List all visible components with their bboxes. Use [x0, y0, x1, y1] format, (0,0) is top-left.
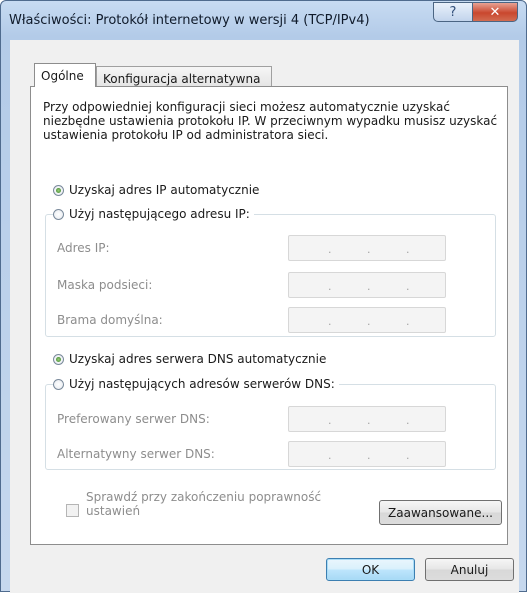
intro-text: Przy odpowiedniej konfiguracji sieci moż… — [43, 100, 498, 142]
default-gateway-label: Brama domyślna: — [57, 313, 163, 327]
radio-use-ip-manual-label: Użyj następującego adresu IP: — [69, 207, 250, 221]
radio-obtain-dns-auto-label: Uzyskaj adres serwera DNS automatycznie — [69, 352, 327, 366]
radio-use-dns-manual[interactable]: Użyj następujących adresów serwerów DNS: — [53, 377, 339, 391]
radio-use-ip-manual[interactable]: Użyj następującego adresu IP: — [53, 207, 254, 221]
validate-settings-label-line1: Sprawdź przy zakończeniu poprawność — [86, 490, 322, 504]
help-button[interactable]: ? — [433, 2, 473, 22]
tab-general[interactable]: Ogólne — [34, 63, 96, 87]
ip-separator: . — [328, 315, 332, 328]
radio-indicator-checked — [53, 353, 64, 365]
ip-address-input: . . . — [288, 235, 446, 261]
close-icon: ✕ — [489, 4, 501, 20]
validate-settings-label-line2: ustawień — [86, 504, 141, 518]
alternate-dns-label: Alternatywny serwer DNS: — [57, 447, 215, 461]
ip-separator: . — [367, 449, 371, 462]
ip-separator: . — [328, 414, 332, 427]
radio-indicator-checked — [53, 184, 64, 196]
advanced-button[interactable]: Zaawansowane... — [379, 500, 502, 525]
ip-address-label: Adres IP: — [57, 241, 110, 255]
radio-obtain-dns-auto[interactable]: Uzyskaj adres serwera DNS automatycznie — [53, 352, 331, 366]
dialog-window: Właściwości: Protokół internetowy w wers… — [0, 0, 527, 593]
cancel-button[interactable]: Anuluj — [425, 558, 514, 581]
subnet-mask-input: . . . — [288, 272, 446, 298]
ip-separator: . — [406, 280, 410, 293]
ip-separator: . — [328, 280, 332, 293]
radio-indicator — [53, 208, 64, 220]
subnet-mask-label: Maska podsieci: — [57, 278, 153, 292]
alternate-dns-input: . . . — [288, 441, 446, 467]
preferred-dns-label: Preferowany serwer DNS: — [57, 412, 210, 426]
tab-alternate-configuration[interactable]: Konfiguracja alternatywna — [96, 66, 272, 88]
default-gateway-input: . . . — [288, 307, 446, 333]
ip-separator: . — [328, 449, 332, 462]
title-bar[interactable]: Właściwości: Protokół internetowy w wers… — [1, 1, 526, 41]
radio-obtain-ip-auto-label: Uzyskaj adres IP automatycznie — [69, 183, 260, 197]
ip-separator: . — [406, 315, 410, 328]
dialog-client-area: Ogólne Konfiguracja alternatywna Przy od… — [10, 40, 519, 593]
ok-button[interactable]: OK — [326, 558, 415, 581]
radio-obtain-ip-auto[interactable]: Uzyskaj adres IP automatycznie — [53, 183, 264, 197]
radio-indicator — [53, 378, 64, 390]
ip-separator: . — [406, 243, 410, 256]
tab-panel-general: Przy odpowiedniej konfiguracji sieci moż… — [30, 86, 508, 545]
validate-settings-checkbox — [66, 504, 79, 517]
ip-separator: . — [406, 449, 410, 462]
ip-separator: . — [328, 243, 332, 256]
ip-separator: . — [406, 414, 410, 427]
ip-separator: . — [367, 280, 371, 293]
window-title: Właściwości: Protokół internetowy w wers… — [9, 13, 370, 28]
ip-separator: . — [367, 414, 371, 427]
close-button[interactable]: ✕ — [472, 2, 518, 22]
ip-separator: . — [367, 243, 371, 256]
radio-use-dns-manual-label: Użyj następujących adresów serwerów DNS: — [69, 377, 335, 391]
preferred-dns-input: . . . — [288, 406, 446, 432]
ip-separator: . — [367, 315, 371, 328]
help-icon: ? — [449, 4, 457, 20]
